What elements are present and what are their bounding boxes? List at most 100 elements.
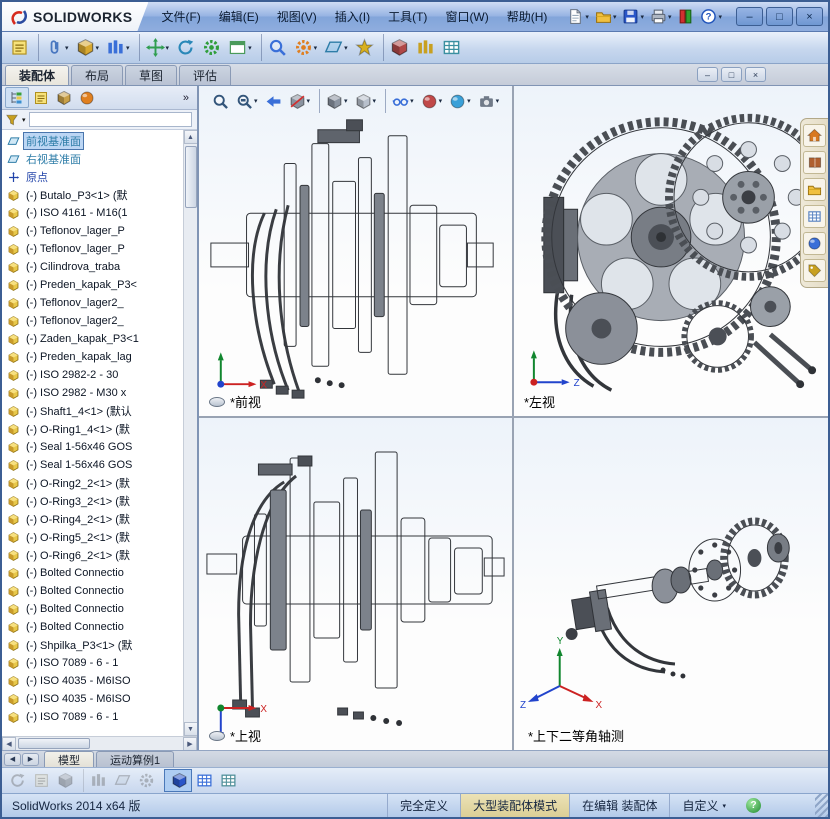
tree-item-component[interactable]: (-) Butalo_P3<1> (默 [7,186,181,204]
tree-item-component[interactable]: (-) ISO 2982 - M30 x [7,384,181,402]
dropdown-caret-icon[interactable]: ▾ [613,13,617,21]
dropdown-caret-icon[interactable]: ▾ [65,44,69,52]
new-window-icon[interactable]: ▾ [225,34,255,61]
doc-restore-button[interactable]: □ [721,67,742,82]
dropdown-caret-icon[interactable]: ▾ [668,13,672,21]
scroll-up-button[interactable]: ▲ [183,130,197,144]
tree-item-component[interactable]: (-) O-Ring3_2<1> (默 [7,492,181,510]
dropdown-caret-icon[interactable]: ▾ [314,44,318,52]
tree-item-component[interactable]: (-) O-Ring6_2<1> (默 [7,546,181,564]
dropdown-caret-icon[interactable]: ▾ [718,13,722,21]
status-custom-menu[interactable]: 自定义 ▾ [669,794,738,817]
solidworks-resources-icon[interactable] [803,124,826,147]
previous-view-icon[interactable] [262,89,285,113]
tree-item-component[interactable]: (-) O-Ring5_2<1> (默 [7,528,181,546]
status-editing-assembly[interactable]: 在编辑 装配体 [569,794,669,817]
dropdown-caret-icon[interactable]: ▾ [344,44,348,52]
minimize-button[interactable]: – [736,7,763,26]
tab-motion-study[interactable]: 运动算例1 [96,751,175,767]
viewport-front[interactable]: X *前视 [199,86,514,418]
bill-of-materials-icon[interactable] [439,34,464,61]
dropdown-caret-icon[interactable]: ▾ [96,44,100,52]
viewport-dimetric[interactable]: Y X Z *上下二等角轴测 [514,418,828,750]
edit-appearance-icon[interactable]: ▾ [418,89,446,113]
smart-components-icon[interactable] [352,34,377,61]
tree-item-component[interactable]: (-) ISO 2982-2 - 30 [7,366,181,384]
menu-file[interactable]: 文件(F) [152,2,209,31]
tree-item-component[interactable]: (-) Shaft1_4<1> (默认 [7,402,181,420]
tab-model[interactable]: 模型 [44,751,94,767]
dropdown-caret-icon[interactable]: ▾ [166,44,170,52]
dropdown-caret-icon[interactable]: ▾ [126,44,130,52]
file-explorer-icon[interactable] [803,178,826,201]
doc-close-button[interactable]: × [745,67,766,82]
sketch-tool-icon[interactable] [30,769,53,792]
four-view-icon[interactable] [193,769,216,792]
featuremanager-tab-icon[interactable] [5,87,29,108]
scroll-thumb[interactable] [18,738,90,749]
view-settings-icon[interactable]: ▾ [475,89,503,113]
tree-item-front-plane[interactable]: 前视基准面 [7,132,181,150]
tree-item-component[interactable]: (-) ISO 4161 - M16(1 [7,204,181,222]
scroll-thumb[interactable] [184,146,197,208]
panel-expand-chevron[interactable]: » [178,92,194,104]
menu-edit[interactable]: 编辑(E) [210,2,268,31]
comment-icon[interactable] [7,34,32,61]
close-button[interactable]: × [796,7,823,26]
tab-scroll-left-button[interactable]: ◀ [4,752,21,766]
tree-item-component[interactable]: (-) O-Ring2_2<1> (默 [7,474,181,492]
scroll-right-button[interactable]: ▶ [183,736,197,751]
save-button[interactable]: ▾ [619,5,647,29]
print-button[interactable]: ▾ [647,5,675,29]
dropdown-caret-icon[interactable]: ▾ [585,13,589,21]
section-view-icon[interactable]: ▾ [286,89,314,113]
tree-filter-input[interactable] [28,112,192,127]
quick-tips-icon[interactable]: ? [746,798,761,813]
dropdown-caret-icon[interactable]: ▾ [344,97,348,105]
tab-evaluate[interactable]: 评估 [179,65,232,85]
resize-grip[interactable] [815,794,828,817]
dropdown-caret-icon[interactable]: ▾ [496,97,500,105]
dropdown-caret-icon[interactable]: ▾ [373,97,377,105]
hide-show-items-icon[interactable]: ▾ [385,89,417,113]
tree-item-component[interactable]: (-) Bolted Connectio [7,618,181,636]
3d-sketch-icon[interactable] [54,769,77,792]
reference-geometry-icon[interactable]: ▾ [321,34,351,61]
dropdown-caret-icon[interactable]: ▾ [248,44,252,52]
tree-item-origin[interactable]: 原点 [7,168,181,186]
move-component-icon[interactable]: ▾ [138,34,173,61]
view-previous-icon[interactable] [6,769,29,792]
dropdown-caret-icon[interactable]: ▾ [640,13,644,21]
tree-item-component[interactable]: (-) Bolted Connectio [7,582,181,600]
status-fully-defined[interactable]: 完全定义 [387,794,460,817]
viewport-top[interactable]: X *上视 [199,418,514,750]
tree-item-component[interactable]: (-) Cilindrova_traba [7,258,181,276]
dropdown-caret-icon[interactable]: ▾ [439,97,443,105]
doc-minimize-button[interactable]: – [697,67,718,82]
viewport-active-icon[interactable] [164,769,192,792]
apply-scene-icon[interactable]: ▾ [446,89,474,113]
menu-tools[interactable]: 工具(T) [379,2,436,31]
filter-funnel-icon[interactable] [5,113,19,127]
configurationmanager-tab-icon[interactable] [53,87,75,108]
custom-properties-icon[interactable] [803,259,826,282]
tree-item-component[interactable]: (-) ISO 4035 - M6ISO [7,672,181,690]
tree-item-component[interactable]: (-) Bolted Connectio [7,600,181,618]
tree-item-component[interactable]: (-) Preden_kapak_P3< [7,276,181,294]
mate-icon[interactable]: ▾ [38,34,72,61]
tree-item-component[interactable]: (-) O-Ring1_4<1> (默 [7,420,181,438]
display-grid-icon[interactable] [217,769,240,792]
tab-assembly[interactable]: 装配体 [5,65,70,85]
tree-item-component[interactable]: (-) Zaden_kapak_P3<1 [7,330,181,348]
new-document-button[interactable]: ▾ [564,5,592,29]
scroll-down-button[interactable]: ▼ [183,722,197,736]
tab-layout[interactable]: 布局 [71,65,124,85]
linear-pattern-icon[interactable]: ▾ [103,34,133,61]
menu-window[interactable]: 窗口(W) [436,2,497,31]
display-style-icon[interactable]: ▾ [352,89,380,113]
assembly-features-icon[interactable]: ▾ [291,34,321,61]
tree-item-component[interactable]: (-) Teflonov_lager_P [7,222,181,240]
rotate-component-icon[interactable] [173,34,198,61]
zoom-area-icon[interactable]: ▾ [233,89,261,113]
dropdown-caret-icon[interactable]: ▾ [254,97,258,105]
